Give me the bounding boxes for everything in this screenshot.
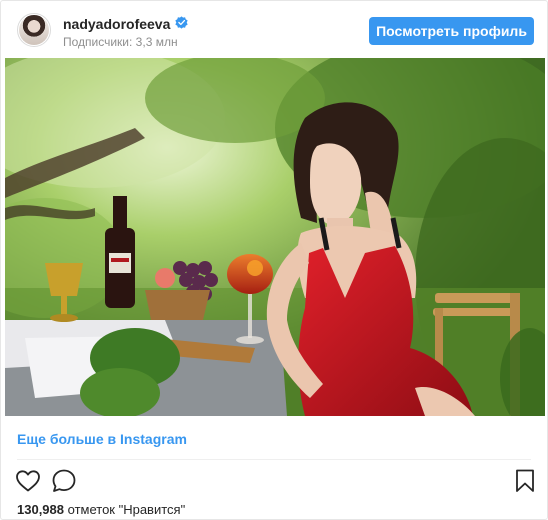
- likes-count: 130,988 отметок "Нравится": [17, 502, 185, 517]
- username-link[interactable]: nadyadorofeeva: [63, 16, 170, 32]
- avatar-image: [19, 15, 49, 45]
- view-profile-button[interactable]: Посмотреть профиль: [369, 17, 534, 45]
- post-header: nadyadorofeeva Подписчики: 3,3 млн Посмо…: [1, 1, 547, 59]
- post-photo[interactable]: [5, 58, 545, 416]
- heart-icon[interactable]: [15, 468, 41, 494]
- comment-icon[interactable]: [51, 468, 77, 494]
- instagram-embed-card: nadyadorofeeva Подписчики: 3,3 млн Посмо…: [0, 0, 548, 520]
- bookmark-icon[interactable]: [512, 468, 538, 494]
- verified-badge-icon: [175, 16, 188, 29]
- avatar[interactable]: [17, 13, 51, 47]
- more-on-instagram-link[interactable]: Еще больше в Instagram: [17, 431, 187, 447]
- followers-count: Подписчики: 3,3 млн: [63, 35, 178, 49]
- likes-number: 130,988: [17, 502, 64, 517]
- likes-suffix: отметок "Нравится": [67, 502, 186, 517]
- divider: [17, 459, 531, 460]
